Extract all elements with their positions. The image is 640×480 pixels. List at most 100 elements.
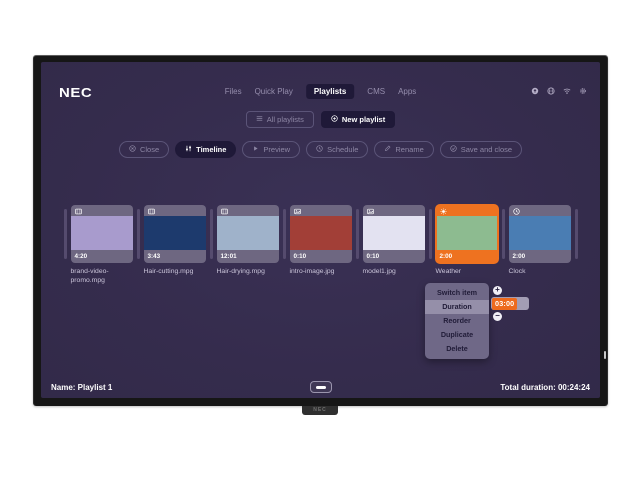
item-card-header (71, 205, 133, 216)
item-card-header (436, 205, 498, 216)
tab-files[interactable]: Files (225, 87, 242, 96)
item-duration: 4:20 (71, 250, 133, 263)
tab-cms[interactable]: CMS (367, 87, 385, 96)
item-thumbnail (436, 216, 498, 250)
total-duration-label: Total duration: 00:24:24 (500, 383, 590, 392)
item-card: 12:01 (217, 205, 279, 263)
drop-handle[interactable] (283, 209, 286, 259)
play-icon (252, 145, 259, 154)
item-card-header (144, 205, 206, 216)
menu-item-duration[interactable]: Duration (425, 300, 489, 314)
item-label: Weather (436, 268, 502, 277)
power-led (604, 351, 606, 359)
timeline-item[interactable]: 4:20 brand-video-promo.mpg (71, 205, 133, 286)
timeline-item[interactable]: 2:00 Weather (436, 205, 498, 277)
drop-handle[interactable] (429, 209, 432, 259)
nec-screen-logo: NEC (59, 85, 92, 100)
menu-item-duplicate[interactable]: Duplicate (425, 328, 489, 342)
new-playlist-label: New playlist (342, 115, 385, 124)
item-card: 2:00 (436, 205, 498, 263)
duration-decrease-button[interactable]: − (493, 312, 502, 321)
menu-icon (256, 115, 263, 124)
context-menu-panel: Switch itemDurationReorderDuplicateDelet… (425, 283, 489, 359)
close-circle-icon (129, 145, 136, 154)
item-card-header (290, 205, 352, 216)
timeline-item[interactable]: 12:01 Hair-drying.mpg (217, 205, 279, 277)
item-duration: 3:43 (144, 250, 206, 263)
item-thumbnail (363, 216, 425, 250)
item-label: intro-image.jpg (290, 268, 356, 277)
item-context-menu: Switch itemDurationReorderDuplicateDelet… (425, 283, 529, 359)
playlist-name-label: Name: Playlist 1 (51, 383, 112, 392)
item-duration: 2:00 (509, 250, 571, 263)
wifi-icon[interactable] (563, 87, 571, 95)
item-label: Hair-drying.mpg (217, 268, 283, 277)
item-thumbnail (290, 216, 352, 250)
close-button[interactable]: Close (119, 141, 169, 158)
clock-icon (316, 145, 323, 154)
rename-button[interactable]: Rename (374, 141, 433, 158)
all-playlists-button[interactable]: All playlists (246, 111, 314, 128)
timeline-item[interactable]: 3:43 Hair-cutting.mpg (144, 205, 206, 277)
item-thumbnail (217, 216, 279, 250)
timeline-item[interactable]: 0:10 model1.jpg (363, 205, 425, 277)
drop-handle[interactable] (137, 209, 140, 259)
timeline-sliders-icon (185, 145, 192, 154)
tab-apps[interactable]: Apps (398, 87, 416, 96)
update-icon[interactable] (531, 87, 539, 95)
item-duration: 0:10 (363, 250, 425, 263)
item-duration: 12:01 (217, 250, 279, 263)
item-card: 2:00 (509, 205, 571, 263)
item-card-header (509, 205, 571, 216)
item-card-header (363, 205, 425, 216)
tab-playlists[interactable]: Playlists (306, 84, 354, 99)
schedule-button[interactable]: Schedule (306, 141, 368, 158)
duration-stepper: + 03:00 − (491, 283, 529, 321)
hide-bar-icon (316, 386, 326, 389)
main-nav: Files Quick Play Playlists CMS Apps (225, 84, 417, 99)
item-label: Clock (509, 268, 575, 277)
duration-field[interactable]: 03:00 (491, 297, 529, 310)
screen: NEC Files Quick Play Playlists CMS Apps All … (41, 62, 600, 398)
header-status-icons (531, 87, 587, 95)
timeline: 4:20 brand-video-promo.mpg 3:43 Hair-cut… (41, 205, 600, 286)
menu-item-reorder[interactable]: Reorder (425, 314, 489, 328)
menu-item-delete[interactable]: Delete (425, 342, 489, 356)
item-thumbnail (509, 216, 571, 250)
timeline-item[interactable]: 0:10 intro-image.jpg (290, 205, 352, 277)
duration-increase-button[interactable]: + (493, 286, 502, 295)
item-duration: 2:00 (436, 250, 498, 263)
pencil-icon (384, 145, 391, 154)
drop-handle[interactable] (502, 209, 505, 259)
item-label: brand-video-promo.mpg (71, 268, 137, 286)
item-label: model1.jpg (363, 268, 429, 277)
drop-handle[interactable] (64, 209, 67, 259)
item-thumbnail (144, 216, 206, 250)
check-circle-icon (450, 145, 457, 154)
save-and-close-button[interactable]: Save and close (440, 141, 522, 158)
item-card: 3:43 (144, 205, 206, 263)
drop-handle[interactable] (575, 209, 578, 259)
menu-item-switch-item[interactable]: Switch item (425, 286, 489, 300)
plus-circle-icon (331, 115, 338, 124)
globe-icon[interactable] (547, 87, 555, 95)
duration-value: 03:00 (492, 298, 517, 310)
timeline-item[interactable]: 2:00 Clock (509, 205, 571, 277)
drop-handle[interactable] (356, 209, 359, 259)
item-duration: 0:10 (290, 250, 352, 263)
tab-quick-play[interactable]: Quick Play (255, 87, 293, 96)
item-thumbnail (71, 216, 133, 250)
playlist-actions-row: All playlists New playlist (41, 111, 600, 128)
item-card: 4:20 (71, 205, 133, 263)
hide-panel-button[interactable] (310, 381, 332, 393)
settings-gear-icon[interactable] (579, 87, 587, 95)
drop-handle[interactable] (210, 209, 213, 259)
item-card: 0:10 (290, 205, 352, 263)
item-label: Hair-cutting.mpg (144, 268, 210, 277)
preview-button[interactable]: Preview (242, 141, 300, 158)
timeline-button[interactable]: Timeline (175, 141, 236, 158)
item-card-header (217, 205, 279, 216)
playlist-toolbar: Close Timeline Preview Schedule Rename S… (41, 141, 600, 158)
new-playlist-button[interactable]: New playlist (321, 111, 395, 128)
all-playlists-label: All playlists (267, 115, 304, 124)
